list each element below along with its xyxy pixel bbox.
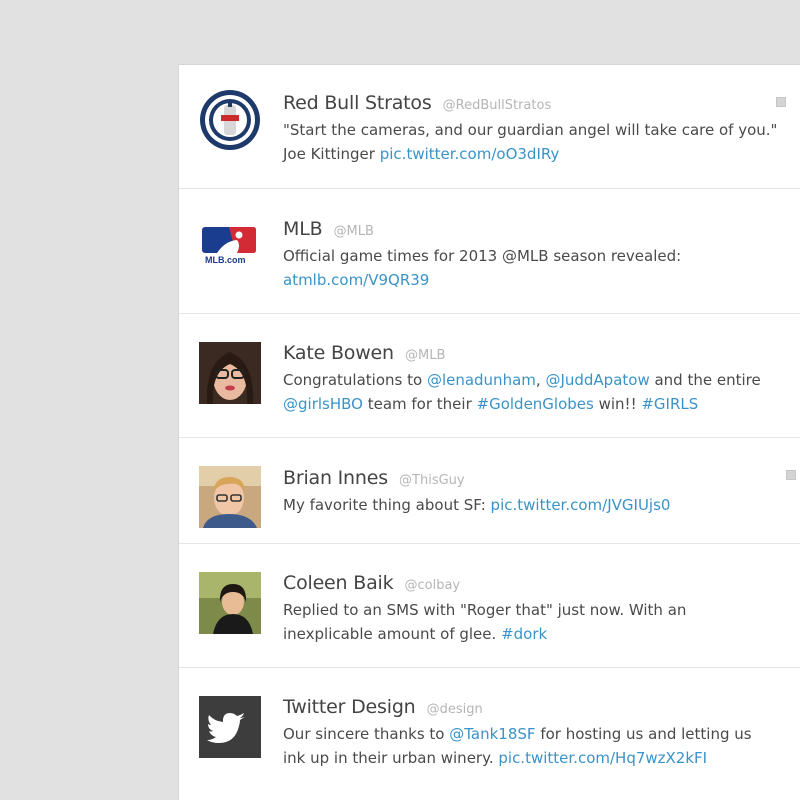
red-bull-stratos-avatar[interactable] xyxy=(199,89,261,151)
tweet-text: Official game times for 2013 @MLB season… xyxy=(283,247,682,289)
tweet-author-handle[interactable]: @MLB xyxy=(334,224,374,239)
tweet-author-name[interactable]: Brian Innes xyxy=(283,467,388,489)
tweet-item[interactable]: MLB.com MLB @MLB Official game times for… xyxy=(179,189,800,314)
tweet-header: Brian Innes @ThisGuy xyxy=(283,466,792,493)
tweet-header: Coleen Baik @colbay xyxy=(283,571,792,598)
tweet-timeline: Red Bull Stratos @RedBullStratos "Start … xyxy=(178,64,800,800)
tweet-author-handle[interactable]: @MLB xyxy=(405,348,445,363)
tweet-author-handle[interactable]: @ThisGuy xyxy=(399,473,465,488)
tweet-item[interactable]: Coleen Baik @colbay Replied to an SMS wi… xyxy=(179,544,800,668)
tweet-header: MLB @MLB xyxy=(283,217,792,244)
tweet-header: Kate Bowen @MLB xyxy=(283,341,792,368)
tweet-author-handle[interactable]: @RedBullStratos xyxy=(443,98,552,113)
tweet-header: Twitter Design @design xyxy=(283,695,792,722)
twitter-design-avatar[interactable] xyxy=(199,696,261,758)
tweet-text: Replied to an SMS with "Roger that" just… xyxy=(283,601,687,643)
mlb-logo-text: MLB.com xyxy=(205,255,246,265)
tweet-author-handle[interactable]: @design xyxy=(427,702,483,717)
tweet-author-name[interactable]: Twitter Design xyxy=(283,696,416,718)
hashtag-link[interactable]: #GoldenGlobes xyxy=(477,395,594,413)
tweet-author-name[interactable]: MLB xyxy=(283,218,323,240)
tweet-item[interactable]: Kate Bowen @MLB Congratulations to @lena… xyxy=(179,314,800,438)
tweet-author-name[interactable]: Red Bull Stratos xyxy=(283,92,432,114)
hashtag-link[interactable]: #GIRLS xyxy=(641,395,698,413)
brian-innes-avatar[interactable] xyxy=(199,466,261,528)
tweet-link[interactable]: pic.twitter.com/Hq7wzX2kFI xyxy=(498,749,707,767)
tweet-author-handle[interactable]: @colbay xyxy=(404,578,460,593)
hashtag-link[interactable]: #dork xyxy=(501,625,547,643)
tweet-item[interactable]: Red Bull Stratos @RedBullStratos "Start … xyxy=(179,65,800,189)
mention-link[interactable]: @lenadunham xyxy=(427,371,536,389)
tweet-link[interactable]: atmlb.com/V9QR39 xyxy=(283,271,429,289)
tweet-text: My favorite thing about SF: pic.twitter.… xyxy=(283,496,671,514)
media-indicator-icon[interactable] xyxy=(786,470,796,480)
tweet-text: Congratulations to @lenadunham, @JuddApa… xyxy=(283,371,761,413)
kate-bowen-avatar[interactable] xyxy=(199,342,261,404)
mention-link[interactable]: @girlsHBO xyxy=(283,395,363,413)
tweet-link[interactable]: pic.twitter.com/oO3dIRy xyxy=(380,145,560,163)
mlb-avatar[interactable]: MLB.com xyxy=(199,223,261,285)
tweet-item[interactable]: Brian Innes @ThisGuy My favorite thing a… xyxy=(179,438,800,544)
tweet-item[interactable]: Twitter Design @design Our sincere thank… xyxy=(179,668,800,798)
coleen-baik-avatar[interactable] xyxy=(199,572,261,634)
tweet-text: "Start the cameras, and our guardian ang… xyxy=(283,121,778,163)
tweet-link[interactable]: pic.twitter.com/JVGIUjs0 xyxy=(491,496,671,514)
tweet-text: Our sincere thanks to @Tank18SF for host… xyxy=(283,725,752,767)
mention-link[interactable]: @JuddApatow xyxy=(545,371,649,389)
mention-link[interactable]: @Tank18SF xyxy=(449,725,535,743)
tweet-author-name[interactable]: Kate Bowen xyxy=(283,342,394,364)
tweet-header: Red Bull Stratos @RedBullStratos xyxy=(283,91,792,118)
media-indicator-icon[interactable] xyxy=(776,97,786,107)
tweet-author-name[interactable]: Coleen Baik xyxy=(283,572,394,594)
